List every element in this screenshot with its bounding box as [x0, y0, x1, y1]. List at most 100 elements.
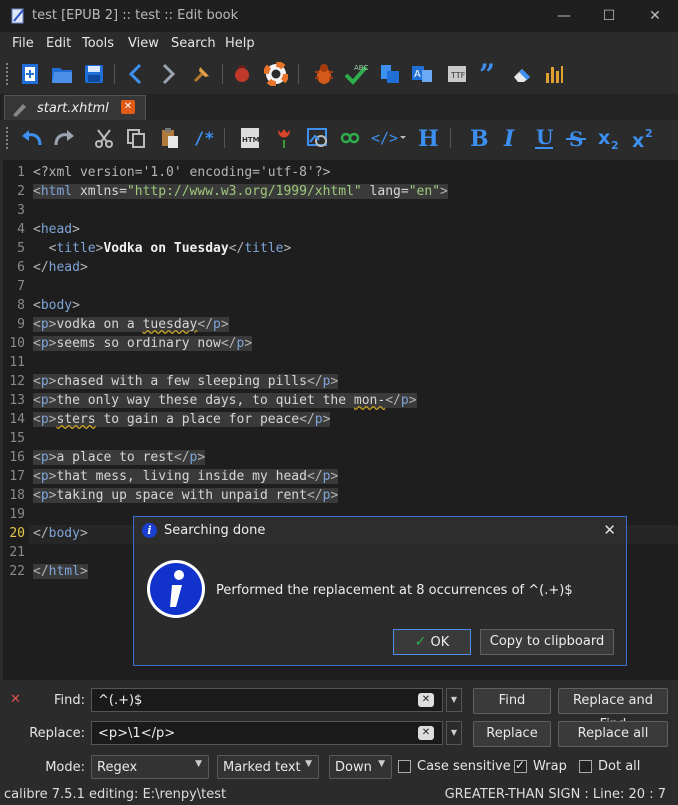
italic-icon[interactable]: I	[496, 124, 524, 152]
status-bar: calibre 7.5.1 editing: E:\renpy\test GRE…	[0, 786, 678, 805]
mode-value: Regex	[97, 760, 138, 775]
superscript-icon[interactable]: x2	[630, 124, 658, 152]
menu-edit[interactable]: Edit	[46, 36, 71, 51]
status-left: calibre 7.5.1 editing: E:\renpy\test	[4, 787, 227, 802]
find-input[interactable]: ^(.+)$ ✕	[91, 688, 443, 712]
window-title: test [EPUB 2] :: test :: Edit book	[32, 8, 239, 23]
wrap-checkbox[interactable]	[514, 758, 527, 773]
close-find-panel-icon[interactable]: ✕	[10, 692, 21, 707]
minimize-button[interactable]: —	[552, 4, 576, 28]
subscript-icon[interactable]: x2	[596, 124, 624, 152]
tab-close-button[interactable]: ✕	[121, 100, 135, 114]
toolbar-grip[interactable]	[5, 62, 9, 86]
copy-to-clipboard-button[interactable]: Copy to clipboard	[480, 629, 614, 655]
heading-icon[interactable]: H	[414, 124, 442, 152]
toolbar-separator	[224, 128, 225, 148]
strikethrough-icon[interactable]: S	[562, 124, 590, 152]
save-icon[interactable]	[80, 60, 108, 88]
case-sensitive-checkbox[interactable]	[398, 760, 411, 773]
line-number: 14	[9, 412, 25, 427]
find-history-dropdown[interactable]: ▼	[446, 688, 462, 712]
undo-icon[interactable]	[18, 124, 46, 152]
help-lifebuoy-icon[interactable]	[262, 60, 290, 88]
direction-select[interactable]: Down ▼	[329, 755, 392, 779]
svg-text:H: H	[418, 126, 439, 150]
pencil-icon	[13, 104, 26, 117]
svg-text:U: U	[536, 126, 553, 149]
toolbar-grip[interactable]	[5, 126, 9, 150]
mode-select[interactable]: Regex ▼	[91, 755, 209, 779]
tab-start-xhtml[interactable]: start.xhtml ✕	[4, 95, 146, 121]
new-book-icon[interactable]	[16, 60, 44, 88]
code-line: <p>the only way these days, to quiet the…	[33, 393, 417, 408]
svg-text:x: x	[632, 130, 644, 150]
line-number: 16	[9, 450, 25, 465]
code-line: <p>vodka on a tuesday</p>	[33, 317, 229, 332]
transliterate-icon[interactable]: A	[408, 60, 436, 88]
html-icon[interactable]: HTML	[236, 124, 264, 152]
code-line: <html xmlns="http://www.w3.org/1999/xhtm…	[33, 184, 448, 199]
code-line: <body>	[33, 298, 80, 313]
preview-icon[interactable]	[228, 60, 256, 88]
check-book-bug-icon[interactable]	[310, 60, 338, 88]
checkpoint-icon[interactable]	[188, 60, 216, 88]
ok-button[interactable]: ✓ OK	[393, 629, 471, 655]
reports-icon[interactable]	[376, 60, 404, 88]
dialog-close-button[interactable]: ✕	[603, 521, 616, 539]
replace-input[interactable]: <p>\1</p> ✕	[91, 721, 443, 745]
menu-view[interactable]: View	[128, 36, 159, 51]
tab-label: start.xhtml	[37, 101, 109, 116]
insert-image-icon[interactable]	[304, 124, 332, 152]
open-book-icon[interactable]	[48, 60, 76, 88]
insert-link-icon[interactable]	[336, 124, 364, 152]
copy-icon[interactable]	[122, 124, 150, 152]
menu-search[interactable]: Search	[171, 36, 216, 51]
find-replace-panel: ✕ Find: ^(.+)$ ✕ ▼ Find Replace and Find…	[0, 680, 678, 786]
underline-icon[interactable]: U	[530, 124, 558, 152]
embed-fonts-icon[interactable]: TTF	[444, 60, 472, 88]
line-number: 11	[9, 355, 25, 370]
line-number: 4	[17, 222, 25, 237]
reports-chart-icon[interactable]	[540, 60, 568, 88]
code-line: <title>Vodka on Tuesday</title>	[48, 241, 292, 256]
chevron-down-icon: ▼	[378, 759, 385, 769]
clear-icon[interactable]: ✕	[418, 693, 434, 707]
menu-tools[interactable]: Tools	[82, 36, 114, 51]
flower-icon[interactable]	[270, 124, 298, 152]
replace-and-find-button[interactable]: Replace and Find	[558, 688, 668, 732]
where-value: Marked text	[223, 760, 301, 775]
paste-icon[interactable]	[156, 124, 184, 152]
remove-unused-css-icon[interactable]	[508, 60, 536, 88]
file-tab-bar: start.xhtml ✕	[0, 94, 678, 121]
comment-icon[interactable]: /*	[190, 124, 218, 152]
back-arrow-icon[interactable]	[122, 60, 150, 88]
maximize-button[interactable]: ☐	[597, 4, 621, 28]
menu-file[interactable]: File	[12, 36, 34, 51]
line-number: 12	[9, 374, 25, 389]
menu-help[interactable]: Help	[225, 36, 255, 51]
smarten-quotes-icon[interactable]: ”	[476, 60, 504, 88]
clear-icon[interactable]: ✕	[418, 726, 434, 740]
code-line: <p>seems so ordinary now</p>	[33, 336, 253, 351]
dot-all-checkbox[interactable]	[579, 760, 592, 773]
editor-toolbar: /* HTML </> H B I U S x2 x2	[0, 120, 678, 156]
line-number: 21	[9, 545, 25, 560]
line-number: 18	[9, 488, 25, 503]
svg-text:B: B	[470, 126, 489, 150]
forward-arrow-icon[interactable]	[154, 60, 182, 88]
spell-check-icon[interactable]: ABC	[342, 60, 370, 88]
insert-tag-icon[interactable]: </>	[370, 124, 406, 152]
replace-all-button[interactable]: Replace all	[558, 721, 668, 747]
replace-history-dropdown[interactable]: ▼	[446, 721, 462, 745]
line-number: 1	[17, 165, 25, 180]
bold-icon[interactable]: B	[464, 124, 492, 152]
line-number: 2	[17, 184, 25, 199]
redo-icon[interactable]	[50, 124, 78, 152]
dot-all-label: Dot all	[598, 759, 641, 774]
find-button[interactable]: Find	[473, 688, 551, 714]
replace-button[interactable]: Replace	[473, 721, 551, 747]
cut-icon[interactable]	[90, 124, 118, 152]
close-window-button[interactable]: ✕	[643, 4, 667, 28]
where-select[interactable]: Marked text ▼	[217, 755, 319, 779]
direction-value: Down	[335, 760, 372, 775]
